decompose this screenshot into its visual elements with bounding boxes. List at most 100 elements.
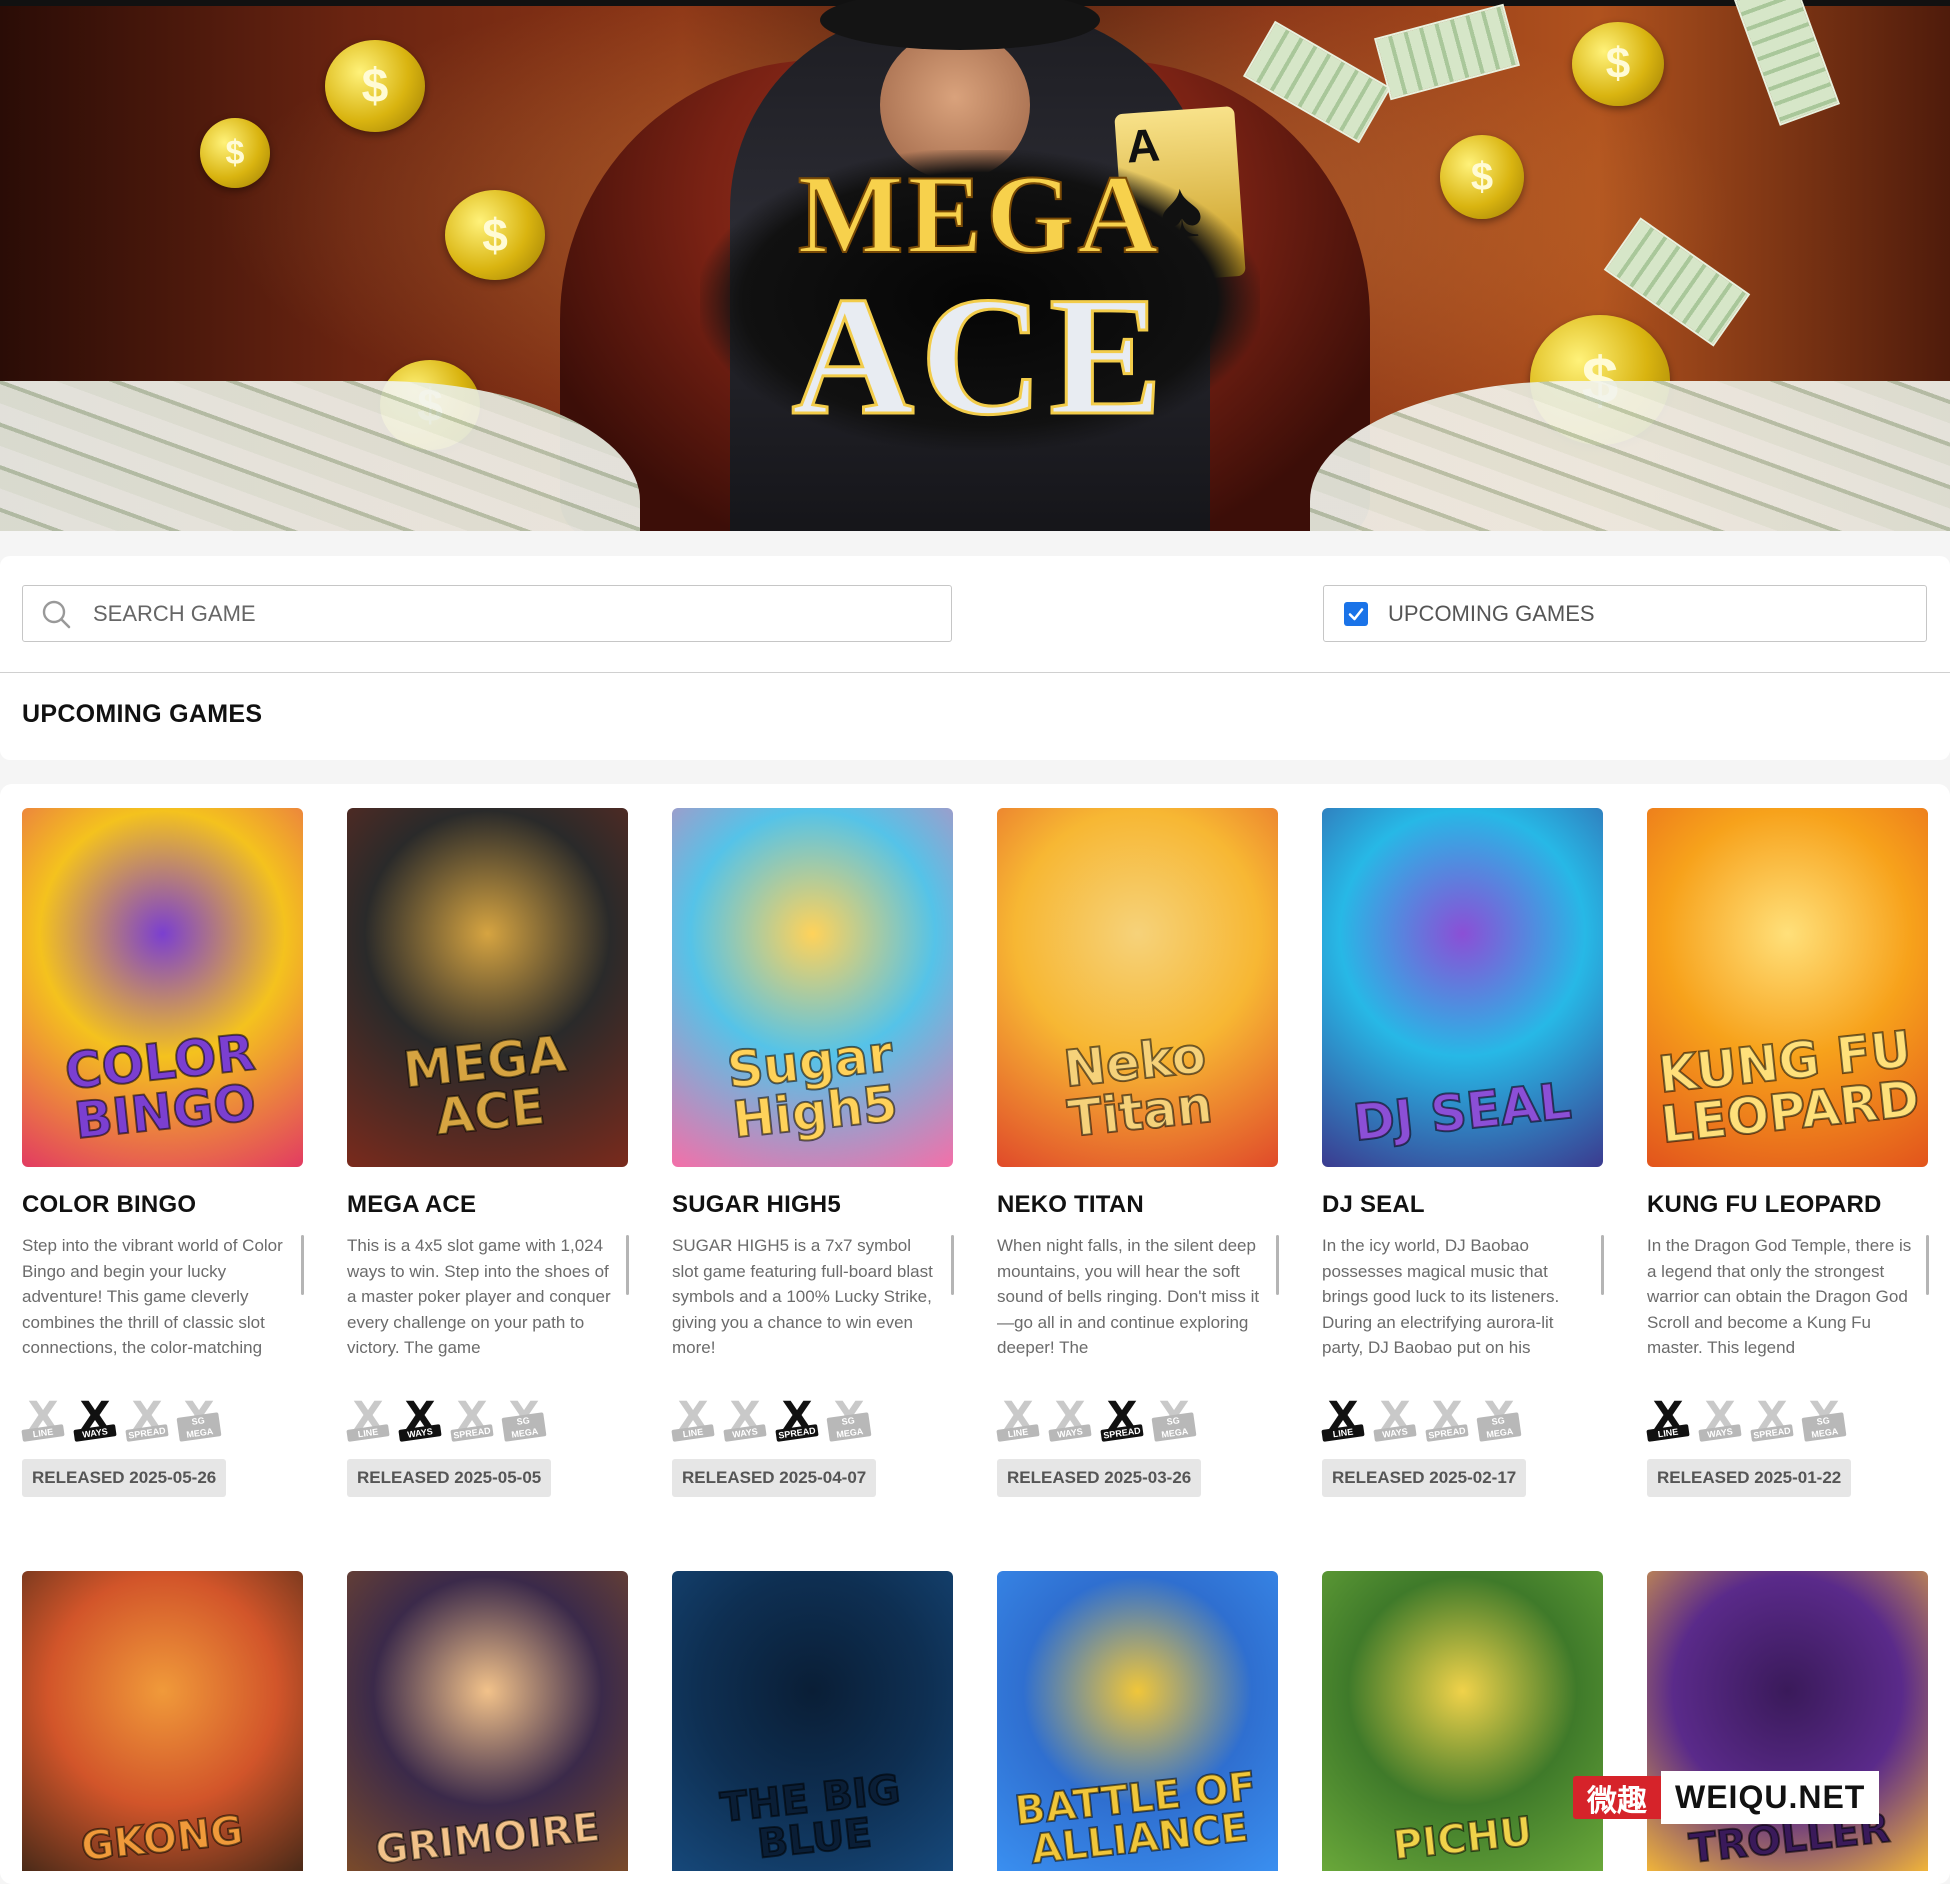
game-card-description: SUGAR HIGH5 is a 7x7 symbol slot game fe…: [672, 1236, 933, 1357]
way-badge-icon: X WAYS: [723, 1397, 767, 1442]
game-card-ways: XLINEXWAYSXSPREADXSG MEGA: [1646, 1397, 1929, 1442]
game-card-description-box[interactable]: SUGAR HIGH5 is a 7x7 symbol slot game fe…: [672, 1233, 954, 1361]
game-card-description: In the icy world, DJ Baobao possesses ma…: [1322, 1236, 1560, 1357]
game-card-title[interactable]: COLOR BINGO: [22, 1191, 304, 1219]
game-card[interactable]: KUNG FU LEOPARD KUNG FU LEOPARD In the Dra…: [1646, 808, 1929, 1497]
upcoming-games-checkbox[interactable]: [1344, 601, 1368, 626]
game-card-ways: XLINEXWAYSXSPREADXSG MEGA: [996, 1397, 1279, 1442]
game-card-logo: KUNG FU LEOPARD: [1655, 1019, 1923, 1155]
game-card-description: Step into the vibrant world of Color Bin…: [22, 1236, 283, 1357]
way-badge-label: SG MEGA: [501, 1412, 547, 1442]
description-scrollbar[interactable]: [951, 1235, 954, 1295]
game-card-ways: XLINEXWAYSXSPREADXSG MEGA: [346, 1397, 629, 1442]
game-card-title[interactable]: MEGA ACE: [347, 1191, 629, 1219]
way-badge-label: SG MEGA: [1801, 1412, 1847, 1442]
game-card[interactable]: MEGA ACE MEGA ACE This is a 4x5 slot game …: [346, 808, 629, 1497]
way-badge-icon: X SPREAD: [1425, 1397, 1469, 1442]
description-scrollbar[interactable]: [1601, 1235, 1604, 1295]
game-card[interactable]: BATTLE OF ALLIANCE: [997, 1571, 1279, 1871]
release-date-badge: RELEASED 2025-05-26: [22, 1459, 227, 1497]
game-card-logo: MEGA ACE: [399, 1024, 570, 1148]
game-card[interactable]: Neko Titan NEKO TITAN When night falls, in…: [996, 808, 1279, 1497]
way-badge-icon: X LINE: [1646, 1397, 1690, 1442]
game-card-image[interactable]: KUNG FU LEOPARD: [1647, 808, 1928, 1167]
game-card-image[interactable]: Sugar High5: [672, 808, 953, 1167]
watermark-cn: 微趣: [1573, 1776, 1661, 1819]
section-title: UPCOMING GAMES: [22, 700, 263, 728]
game-card-description: This is a 4x5 slot game with 1,024 ways …: [347, 1236, 611, 1357]
release-date-badge: RELEASED 2025-03-26: [997, 1459, 1202, 1497]
banknote-image: [1374, 3, 1520, 101]
banknote-image: [1734, 0, 1840, 126]
game-card-title[interactable]: DJ SEAL: [1322, 1191, 1604, 1219]
game-card-description-box[interactable]: In the icy world, DJ Baobao possesses ma…: [1322, 1233, 1604, 1361]
game-card[interactable]: GKONG: [22, 1571, 304, 1871]
game-card-image[interactable]: GRIMOIRE: [347, 1571, 628, 1871]
watermark-en: WEIQU.NET: [1661, 1771, 1880, 1824]
game-card-image[interactable]: BATTLE OF ALLIANCE: [997, 1571, 1278, 1871]
way-badge-icon: XSG MEGA: [1476, 1397, 1522, 1442]
coin-icon: $: [1572, 22, 1664, 106]
way-badge-icon: XSG MEGA: [176, 1397, 222, 1442]
game-card-logo: DJ SEAL: [1350, 1071, 1575, 1153]
game-card-title[interactable]: SUGAR HIGH5: [672, 1191, 954, 1219]
way-badge-icon: X WAYS: [398, 1397, 442, 1442]
game-card[interactable]: DJ SEAL DJ SEAL In the icy world, DJ Baoba…: [1321, 808, 1604, 1497]
way-badge-icon: X LINE: [21, 1397, 65, 1442]
way-badge-label: SG MEGA: [1151, 1412, 1197, 1442]
game-card-title[interactable]: NEKO TITAN: [997, 1191, 1279, 1219]
game-card-description-box[interactable]: Step into the vibrant world of Color Bin…: [22, 1233, 304, 1361]
hero-banner[interactable]: $ $ $ $ $ $ $ A ♠ MEGA ACE: [0, 0, 1950, 531]
game-card-image[interactable]: Neko Titan: [997, 808, 1278, 1167]
game-card-image[interactable]: PICHU: [1322, 1571, 1603, 1871]
game-card[interactable]: GRIMOIRE: [347, 1571, 629, 1871]
divider: [0, 672, 1950, 673]
game-card-image[interactable]: COLOR BINGO: [22, 808, 303, 1167]
game-card[interactable]: TOWN TROLLER: [1647, 1571, 1929, 1871]
way-badge-icon: X LINE: [1321, 1397, 1365, 1442]
game-card-logo: Neko Titan: [1060, 1025, 1216, 1149]
game-card-logo: COLOR BINGO: [61, 1022, 259, 1151]
game-card-description: When night falls, in the silent deep mou…: [997, 1236, 1260, 1357]
game-card-logo: PICHU: [1390, 1808, 1536, 1870]
release-date-badge: RELEASED 2025-01-22: [1647, 1459, 1852, 1497]
release-date-badge: RELEASED 2025-04-07: [672, 1459, 877, 1497]
search-icon: [42, 600, 71, 628]
watermark: 微趣 WEIQU.NET: [1573, 1770, 1935, 1825]
game-card-logo: BATTLE OF ALLIANCE: [1012, 1763, 1259, 1871]
game-card[interactable]: Sugar High5 SUGAR HIGH5 SUGAR HIGH5 is a 7…: [671, 808, 954, 1497]
way-badge-label: SG MEGA: [1476, 1412, 1522, 1442]
way-badge-icon: X LINE: [346, 1397, 390, 1442]
game-card-image[interactable]: GKONG: [22, 1571, 303, 1871]
way-badge-label: SG MEGA: [176, 1412, 222, 1442]
way-badge-icon: X SPREAD: [125, 1397, 169, 1442]
way-badge-icon: X SPREAD: [775, 1397, 819, 1442]
game-card[interactable]: COLOR BINGO COLOR BINGO Step into the vibr…: [21, 808, 304, 1497]
game-card-description-box[interactable]: This is a 4x5 slot game with 1,024 ways …: [347, 1233, 629, 1361]
game-card-image[interactable]: TOWN TROLLER: [1647, 1571, 1928, 1871]
coin-icon: $: [445, 190, 545, 280]
way-badge-icon: X WAYS: [1373, 1397, 1417, 1442]
game-card-description-box[interactable]: When night falls, in the silent deep mou…: [997, 1233, 1279, 1361]
game-card-image[interactable]: DJ SEAL: [1322, 808, 1603, 1167]
game-card[interactable]: THE BIG BLUE: [672, 1571, 954, 1871]
upcoming-games-filter[interactable]: UPCOMING GAMES: [1323, 585, 1927, 642]
game-card-logo: THE BIG BLUE: [717, 1766, 903, 1869]
game-card-title[interactable]: KUNG FU LEOPARD: [1647, 1191, 1929, 1219]
game-card-description: In the Dragon God Temple, there is a leg…: [1647, 1236, 1912, 1357]
game-card-description-box[interactable]: In the Dragon God Temple, there is a leg…: [1647, 1233, 1929, 1361]
game-card[interactable]: PICHU: [1322, 1571, 1604, 1871]
hero-logo: MEGA ACE: [700, 150, 1260, 450]
description-scrollbar[interactable]: [1276, 1235, 1279, 1295]
game-card-logo: GRIMOIRE: [372, 1803, 603, 1871]
upcoming-games-label: UPCOMING GAMES: [1388, 600, 1595, 626]
game-card-image[interactable]: THE BIG BLUE: [672, 1571, 953, 1871]
way-badge-icon: XSG MEGA: [826, 1397, 872, 1442]
search-input[interactable]: [91, 599, 875, 628]
way-badge-icon: X WAYS: [73, 1397, 117, 1442]
description-scrollbar[interactable]: [626, 1235, 629, 1295]
description-scrollbar[interactable]: [301, 1235, 304, 1295]
search-box[interactable]: [22, 585, 952, 642]
description-scrollbar[interactable]: [1926, 1235, 1929, 1295]
game-card-image[interactable]: MEGA ACE: [347, 808, 628, 1167]
